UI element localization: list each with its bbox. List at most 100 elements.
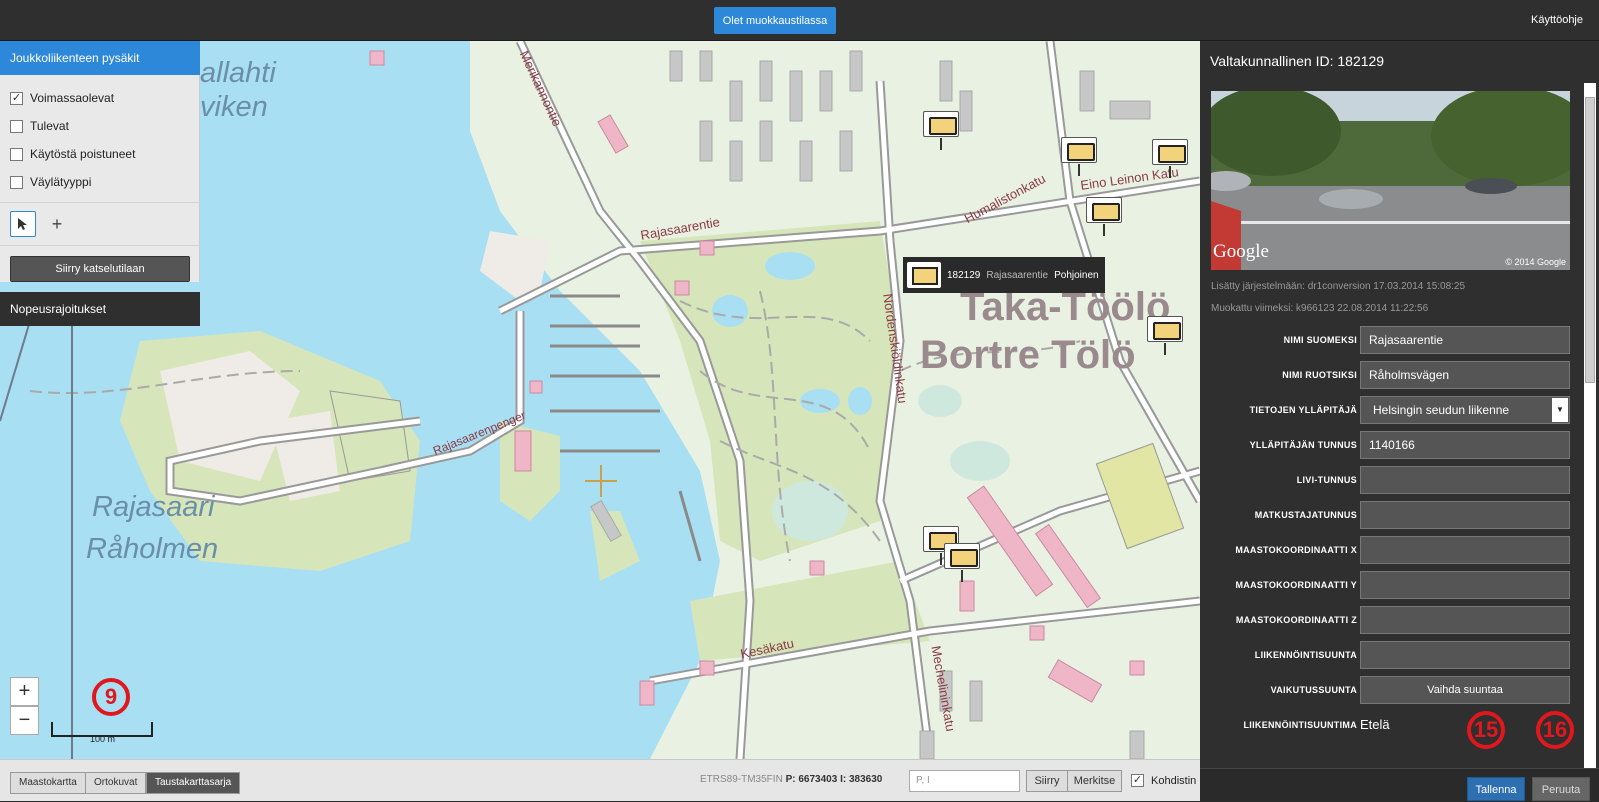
photo-copyright: © 2014 Google — [1505, 257, 1566, 267]
field-label: MATKUSTAJATUNNUS — [1254, 510, 1357, 520]
coord-z-input[interactable] — [1360, 606, 1570, 634]
tooltip-street: Rajasaarentie — [986, 269, 1049, 281]
passenger-id-input[interactable] — [1360, 501, 1570, 529]
zoom-in-button[interactable]: + — [10, 677, 39, 706]
annotation-marker: 16 — [1536, 711, 1574, 749]
bus-stop-marker[interactable] — [944, 543, 980, 582]
right-panel: Valtakunnallinen ID: 182129 Google © 201… — [1200, 41, 1599, 801]
filter-kaytosta-poistuneet[interactable]: Käytöstä poistuneet — [0, 140, 199, 168]
livi-id-input[interactable] — [1360, 466, 1570, 494]
water-label: viken — [200, 91, 268, 123]
field-yllapitajan-tunnus: YLLÄPITÄJÄN TUNNUS 1140166 — [1200, 431, 1570, 459]
street-view-photo[interactable]: Google © 2014 Google — [1211, 91, 1570, 270]
filter-label: Tulevat — [30, 119, 69, 133]
scrollbar[interactable] — [1584, 83, 1596, 768]
filter-label: Väylätyyppi — [30, 175, 92, 189]
layer-taustakarttasarja[interactable]: Taustakarttasarja — [146, 772, 241, 794]
field-liikennointisuuntima: LIIKENNÖINTISUUNTIMA Etelä — [1200, 711, 1570, 739]
coord-i: 383630 — [848, 774, 883, 785]
field-nimi-ruotsiksi: NIMI RUOTSIKSI Råholmsvägen — [1200, 361, 1570, 389]
field-label: TIETOJEN YLLÄPITÄJÄ — [1249, 405, 1357, 415]
bus-stop-marker[interactable] — [1061, 137, 1097, 176]
checkbox-icon[interactable] — [10, 175, 23, 189]
bus-icon — [907, 262, 941, 288]
field-maastokoordinaatti-x: MAASTOKOORDINAATTI X — [1200, 536, 1570, 564]
name-fi-input[interactable]: Rajasaarentie — [1360, 326, 1570, 354]
tooltip-direction: Pohjoinen — [1054, 269, 1099, 281]
zoom-out-button[interactable]: − — [10, 706, 39, 735]
added-info: Lisätty järjestelmään: dr1conversion 17.… — [1211, 281, 1466, 292]
cancel-button[interactable]: Peruuta — [1532, 777, 1590, 801]
annotation-marker: 15 — [1467, 711, 1505, 749]
scrollbar-thumb[interactable] — [1585, 97, 1595, 383]
coord-p: 6673403 — [798, 774, 838, 785]
field-label: NIMI RUOTSIKSI — [1282, 370, 1357, 380]
change-direction-button[interactable]: Vaihda suuntaa — [1360, 676, 1570, 704]
add-tool-icon[interactable]: + — [44, 211, 70, 237]
island-label: Rajasaari — [92, 491, 215, 523]
field-label: LIIKENNÖINTISUUNTA — [1254, 650, 1357, 660]
top-bar: Olet muokkaustilassa Käyttöohje — [0, 0, 1599, 41]
bus-stop-marker[interactable] — [1152, 139, 1188, 178]
coordinate-readout: ETRS89-TM35FIN P: 6673403 I: 383630 — [700, 774, 882, 785]
field-label: LIIKENNÖINTISUUNTIMA — [1243, 720, 1357, 730]
bus-stop-marker[interactable] — [1147, 316, 1183, 355]
annotation-marker: 9 — [92, 678, 130, 716]
layer-maastokartta[interactable]: Maastokartta — [10, 772, 86, 794]
coord-x-input[interactable] — [1360, 536, 1570, 564]
view-mode-button[interactable]: Siirry katselutilaan — [10, 256, 190, 282]
mark-button[interactable]: Merkitse — [1067, 770, 1122, 792]
bottom-bar: Maastokartta Ortokuvat Taustakarttasarja… — [0, 759, 1200, 801]
save-button[interactable]: Tallenna — [1467, 777, 1525, 801]
panel-title: Valtakunnallinen ID: 182129 — [1210, 53, 1385, 69]
checkbox-icon[interactable] — [10, 119, 23, 133]
filter-vaylatyyppi[interactable]: Väylätyyppi — [0, 168, 199, 196]
bus-stop-marker[interactable] — [923, 111, 959, 150]
field-matkustajatunnus: MATKUSTAJATUNNUS — [1200, 501, 1570, 529]
crosshair-icon — [585, 465, 617, 497]
field-label: VAIKUTUSSUUNTA — [1270, 685, 1357, 695]
field-label: MAASTOKOORDINAATTI Z — [1235, 615, 1357, 625]
coord-i-label: I: — [840, 774, 847, 785]
coord-p-label: P: — [785, 774, 796, 785]
checkbox-checked-icon[interactable]: ✓ — [10, 91, 23, 105]
edit-mode-button[interactable]: Olet muokkaustilassa — [714, 7, 836, 34]
field-vaikutussuunta: VAIKUTUSSUUNTA Vaihda suuntaa — [1200, 676, 1570, 704]
field-label: LIVI-TUNNUS — [1296, 475, 1357, 485]
district-label: Bortre Tölö — [920, 333, 1136, 377]
traffic-direction-input[interactable] — [1360, 641, 1570, 669]
help-link[interactable]: Käyttöohje — [1531, 14, 1583, 26]
filter-voimassaolevat[interactable]: ✓ Voimassaolevat — [0, 84, 199, 112]
field-maastokoordinaatti-y: MAASTOKOORDINAATTI Y — [1200, 571, 1570, 599]
chevron-down-icon[interactable]: ▼ — [1552, 398, 1568, 422]
layer-ortokuvat[interactable]: Ortokuvat — [85, 772, 147, 794]
crs-label: ETRS89-TM35FIN — [700, 774, 783, 785]
crosshair-toggle[interactable]: ✓ Kohdistin — [1131, 774, 1196, 787]
field-label: NIMI SUOMEKSI — [1283, 335, 1357, 345]
filter-label: Voimassaolevat — [30, 91, 115, 105]
bus-stop-marker[interactable] — [1086, 197, 1122, 236]
left-panel: Joukkoliikenteen pysäkit ✓ Voimassaoleva… — [0, 41, 200, 326]
field-livi-tunnus: LIVI-TUNNUS — [1200, 466, 1570, 494]
name-sv-input[interactable]: Råholmsvägen — [1360, 361, 1570, 389]
bearing-value: Etelä — [1360, 717, 1390, 732]
checkbox-checked-icon[interactable]: ✓ — [1131, 774, 1144, 787]
field-label: YLLÄPITÄJÄN TUNNUS — [1249, 440, 1357, 450]
select-tool-icon[interactable] — [10, 211, 36, 237]
field-nimi-suomeksi: NIMI SUOMEKSI Rajasaarentie — [1200, 326, 1570, 354]
maintainer-id-input[interactable]: 1140166 — [1360, 431, 1570, 459]
speed-limits-header[interactable]: Nopeusrajoitukset — [0, 292, 200, 326]
coord-y-input[interactable] — [1360, 571, 1570, 599]
maintainer-select[interactable]: Helsingin seudun liikenne ▼ — [1360, 396, 1570, 424]
panel-header[interactable]: Joukkoliikenteen pysäkit — [0, 41, 200, 75]
crosshair-label: Kohdistin — [1151, 774, 1197, 787]
coordinate-search-input[interactable]: P, I — [909, 770, 1020, 792]
field-liikennointisuunta: LIIKENNÖINTISUUNTA — [1200, 641, 1570, 669]
filter-tulevat[interactable]: Tulevat — [0, 112, 199, 140]
island-label: Råholmen — [86, 533, 219, 565]
water-label: allahti — [200, 57, 276, 89]
checkbox-icon[interactable] — [10, 147, 23, 161]
maintainer-value: Helsingin seudun liikenne — [1373, 403, 1510, 417]
field-label: MAASTOKOORDINAATTI Y — [1235, 580, 1357, 590]
move-button[interactable]: Siirry — [1026, 770, 1068, 792]
